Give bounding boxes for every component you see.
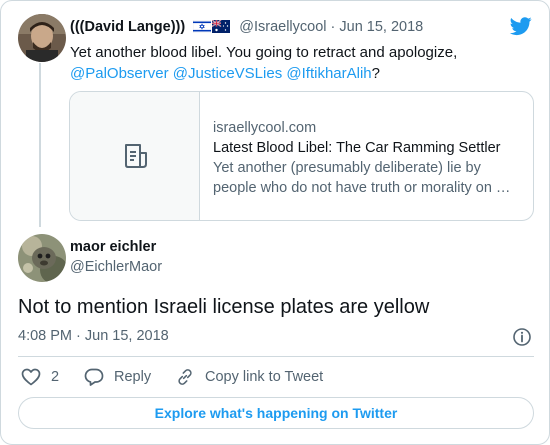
mention-link[interactable]: @IftikharAlih: [286, 65, 371, 82]
explore-button[interactable]: Explore what's happening on Twitter: [18, 397, 534, 429]
tweet-timestamp[interactable]: 4:08 PM · Jun 15, 2018: [18, 328, 169, 344]
link-thumbnail: [70, 92, 200, 220]
display-name[interactable]: maor eichler: [70, 238, 162, 257]
tweet-text: Yet another blood libel. You going to re…: [70, 44, 458, 61]
link-details: israellycool.com Latest Blood Libel: The…: [213, 118, 523, 198]
separator: ·: [326, 19, 340, 35]
divider: [18, 356, 534, 357]
main-tweet-header: maor eichler @EichlerMaor: [70, 238, 162, 277]
like-button[interactable]: 2: [21, 368, 59, 386]
link-title: Latest Blood Libel: The Car Ramming Sett…: [213, 140, 501, 156]
info-icon[interactable]: [512, 327, 532, 347]
handle[interactable]: @EichlerMaor: [70, 258, 162, 277]
copy-link-label: Copy link to Tweet: [205, 369, 324, 385]
tweet-date[interactable]: Jun 15, 2018: [339, 19, 423, 35]
thread-connector-line: [39, 63, 41, 227]
link-description: people who do not have truth or morality…: [213, 180, 511, 196]
mention-link[interactable]: @JusticeVSLies: [173, 65, 282, 82]
handle[interactable]: @Israellycool: [239, 19, 326, 35]
tweet-text-end: ?: [371, 65, 380, 82]
australia-flag-icon: [212, 20, 231, 33]
parent-tweet-header: (((David Lange))) @Israellycool · Jun 15…: [70, 18, 423, 36]
reply-button[interactable]: Reply: [84, 368, 151, 386]
link-preview-card[interactable]: israellycool.com Latest Blood Libel: The…: [69, 91, 534, 221]
israel-flag-icon: [193, 20, 212, 33]
parent-tweet-text: Yet another blood libel. You going to re…: [70, 42, 530, 84]
link-icon: [178, 369, 192, 385]
mention-link[interactable]: @PalObserver: [70, 65, 169, 82]
copy-link-button[interactable]: Copy link to Tweet: [175, 368, 323, 386]
embedded-tweet-card: (((David Lange))) @Israellycool · Jun 15…: [0, 0, 550, 445]
reply-icon: [84, 368, 104, 386]
reply-label: Reply: [114, 369, 152, 385]
avatar[interactable]: [18, 234, 66, 282]
link-description: Yet another (presumably deliberate) lie …: [213, 160, 481, 176]
avatar[interactable]: [18, 14, 66, 62]
like-count: 2: [51, 369, 60, 385]
main-tweet-text: Not to mention Israeli license plates ar…: [18, 296, 430, 318]
display-name[interactable]: (((David Lange))): [70, 19, 185, 35]
twitter-bird-icon[interactable]: [509, 15, 533, 37]
link-domain: israellycool.com: [213, 120, 317, 136]
article-icon: [125, 144, 147, 168]
heart-icon: [21, 368, 41, 386]
